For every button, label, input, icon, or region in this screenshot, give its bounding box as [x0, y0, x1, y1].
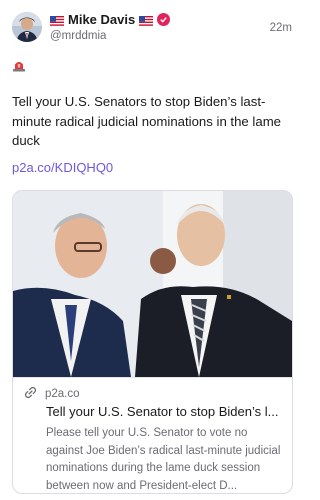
- us-flag-icon: [50, 14, 64, 26]
- link-preview-domain-row: p2a.co: [24, 386, 80, 402]
- author-handle[interactable]: @mrddmia: [50, 30, 106, 42]
- link-preview-domain: p2a.co: [45, 388, 80, 400]
- link-icon: [24, 386, 37, 402]
- link-preview-meta: p2a.co Tell your U.S. Senator to stop Bi…: [13, 377, 292, 492]
- post-text: Tell your U.S. Senators to stop Biden’s …: [12, 94, 282, 148]
- link-preview-card[interactable]: p2a.co Tell your U.S. Senator to stop Bi…: [12, 190, 293, 494]
- rotating-light-icon: [12, 58, 26, 72]
- verified-badge-icon: [157, 12, 171, 26]
- post-timestamp[interactable]: 22m: [270, 22, 292, 34]
- link-preview-description: Please tell your U.S. Senator to vote no…: [46, 427, 281, 492]
- author-display-name: Mike Davis: [68, 11, 136, 27]
- author-name-row[interactable]: Mike Davis: [50, 11, 171, 27]
- link-preview-title: Tell your U.S. Senator to stop Biden’s l…: [46, 404, 279, 419]
- us-flag-icon: [139, 14, 154, 26]
- avatar[interactable]: [12, 12, 42, 42]
- link-preview-image: [13, 191, 292, 377]
- post: Mike Davis @mrddmia 22m Tell your U.S. S: [0, 0, 304, 500]
- post-link[interactable]: p2a.co/KDIQHQ0: [12, 160, 113, 175]
